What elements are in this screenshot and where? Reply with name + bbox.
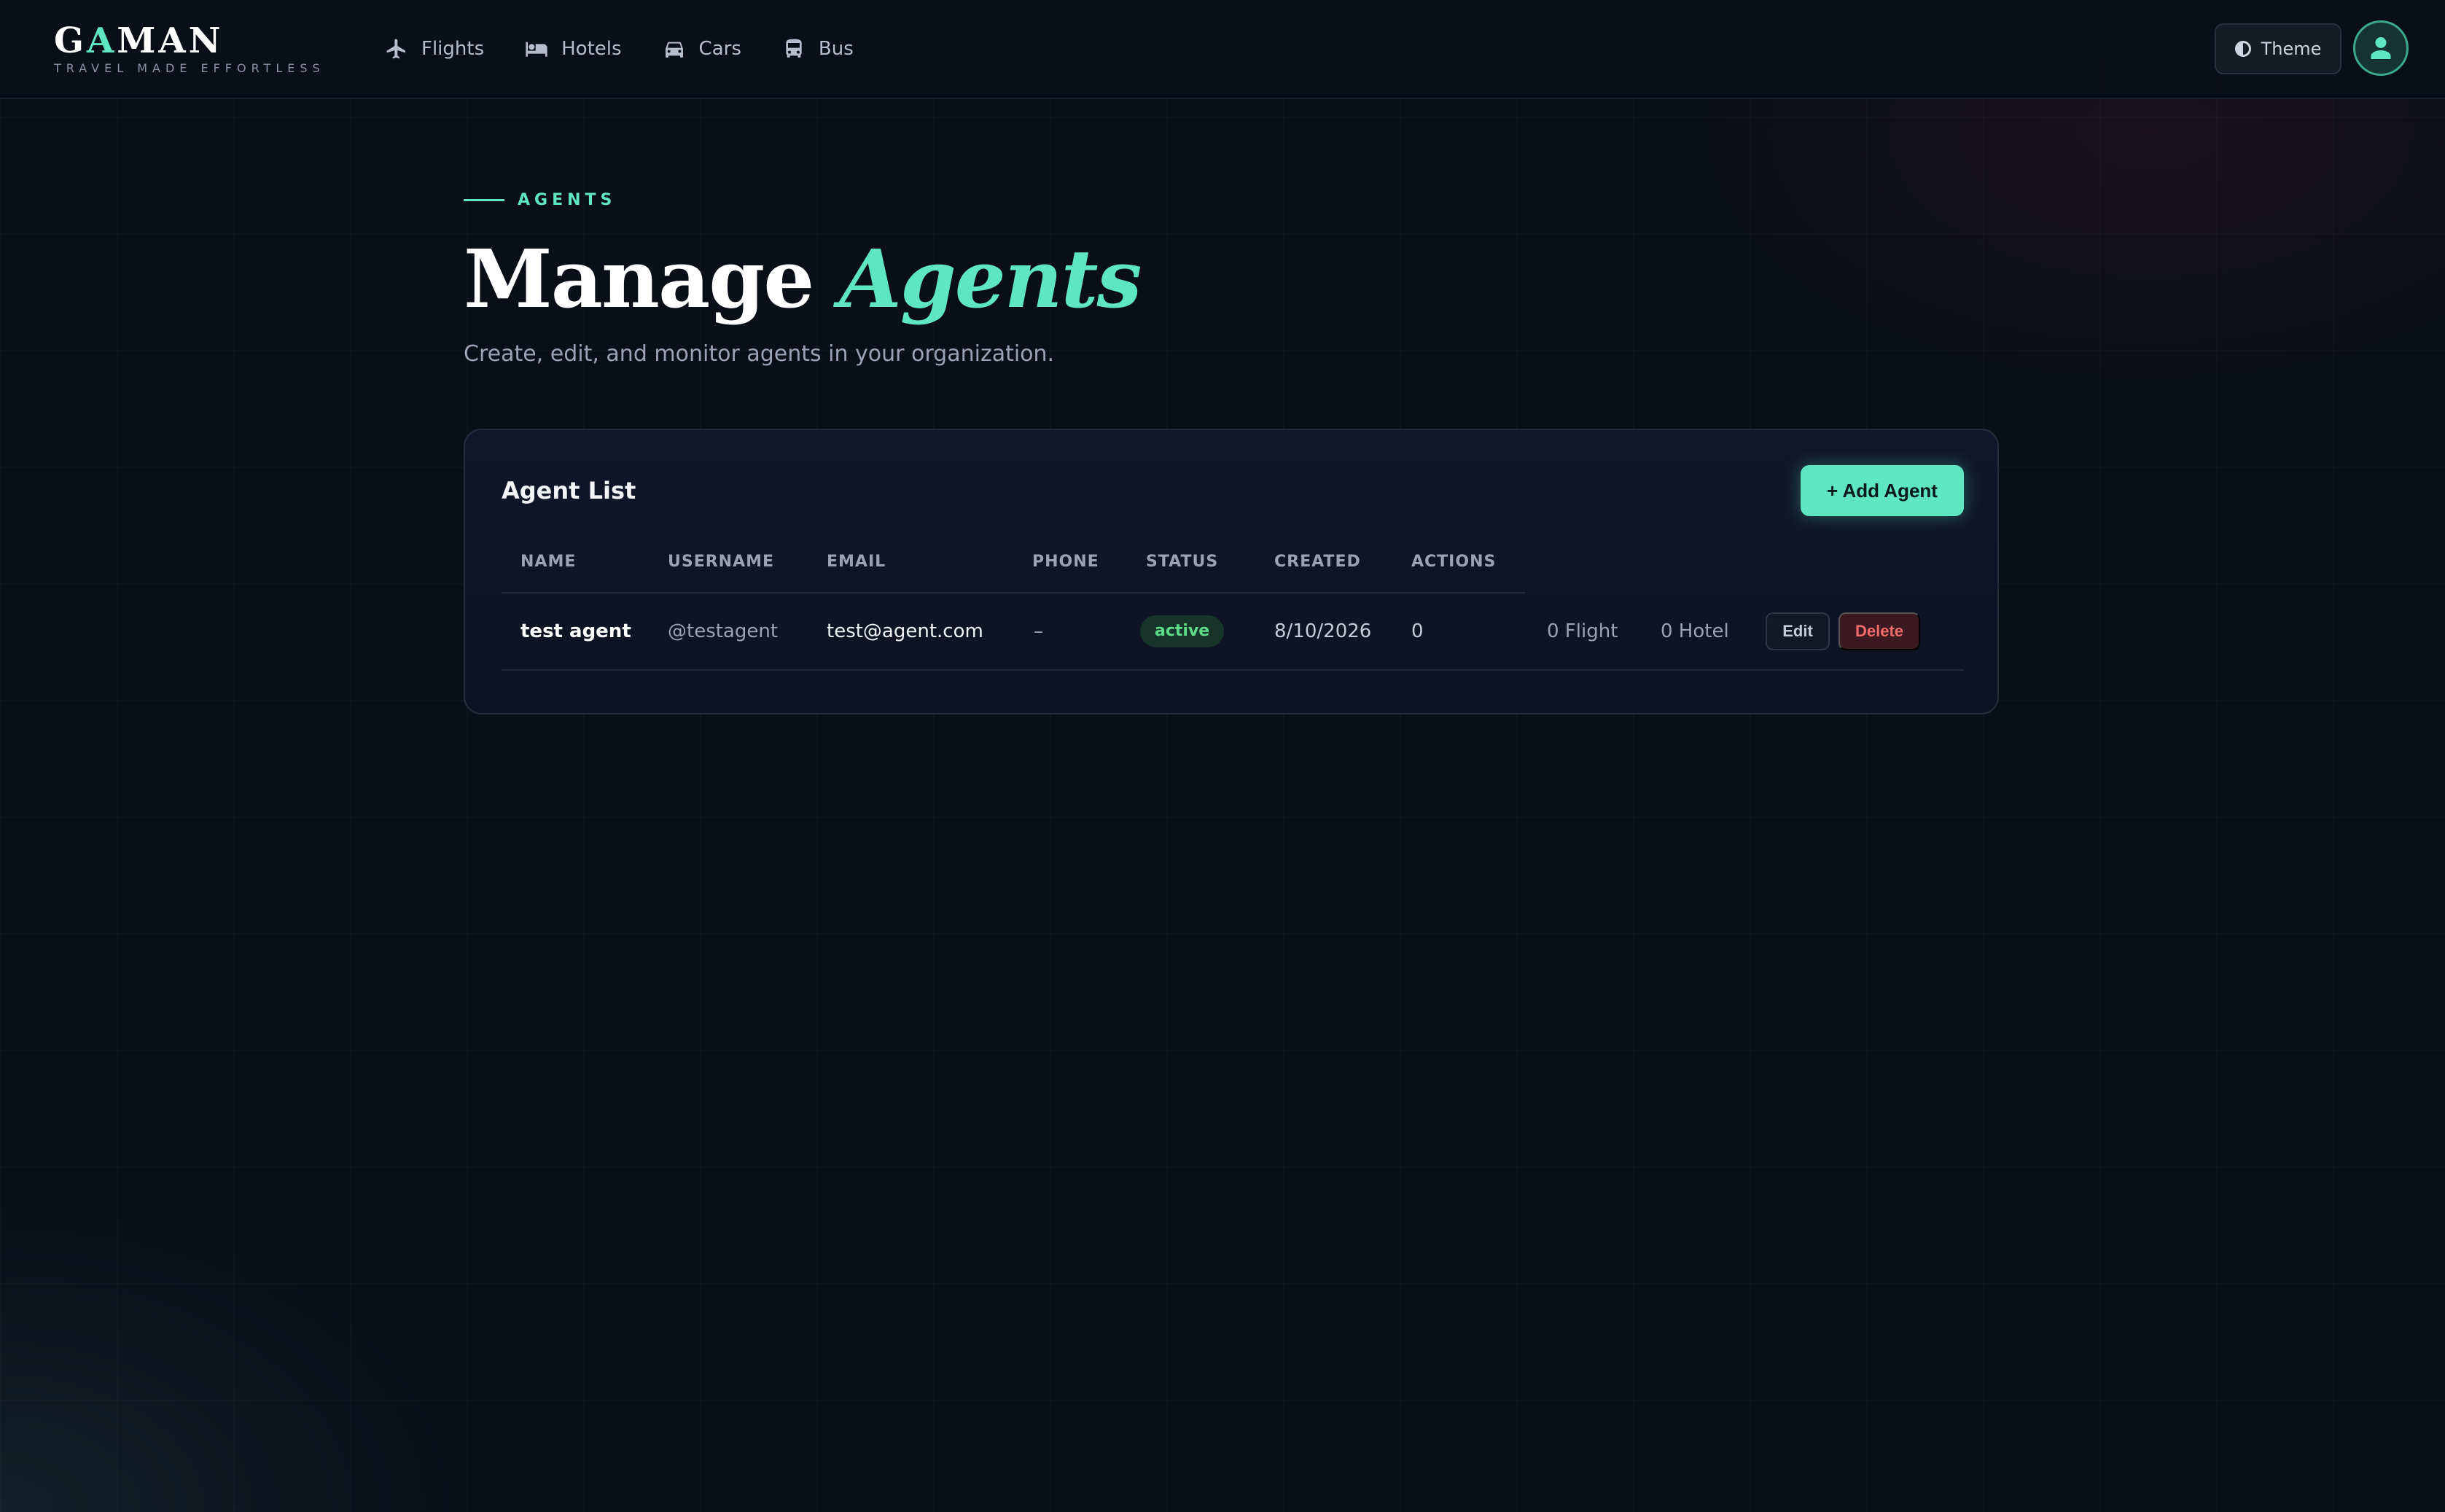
page-title: Manage Agents (464, 232, 1142, 326)
agent-actions-count: 0 (1411, 620, 1424, 642)
bus-icon (786, 39, 802, 58)
top-navbar: GAMAN TRAVEL MADE EFFORTLESS Flights Hot… (0, 0, 2445, 99)
car-icon (665, 42, 683, 58)
page-subtitle: Create, edit, and monitor agents in your… (464, 341, 1055, 367)
eyebrow-label: AGENTS (518, 191, 617, 209)
agent-name: test agent (520, 620, 631, 642)
nav-item-label: Bus (818, 38, 854, 60)
nav-item-flights[interactable]: Flights (385, 32, 484, 66)
table-row: test agent @testagent test@agent.com – a… (502, 595, 1964, 671)
nav-links: Flights Hotels Cars Bus (385, 32, 854, 66)
logo-text: GAMAN (54, 20, 224, 61)
agent-list-card: Agent List + Add Agent NAME USERNAME EMA… (464, 429, 1999, 714)
nav-item-bus[interactable]: Bus (782, 32, 854, 66)
agent-hotel-count: 0 Hotel (1661, 620, 1729, 642)
brand-logo[interactable]: GAMAN TRAVEL MADE EFFORTLESS (54, 20, 325, 75)
column-header-phone: PHONE (1032, 553, 1099, 571)
eyebrow-divider (464, 199, 504, 201)
nav-item-label: Hotels (561, 38, 622, 60)
column-header-status: STATUS (1146, 553, 1219, 571)
column-header-name: NAME (520, 553, 577, 571)
agent-flight-count: 0 Flight (1547, 620, 1618, 642)
user-icon (2371, 37, 2391, 59)
brand-tagline: TRAVEL MADE EFFORTLESS (54, 61, 325, 75)
column-header-created: CREATED (1274, 553, 1361, 571)
nav-item-label: Flights (421, 38, 485, 60)
theme-label: Theme (2261, 39, 2322, 59)
column-header-actions: ACTIONS (1411, 553, 1497, 571)
card-title: Agent List (502, 477, 636, 504)
column-header-email: EMAIL (827, 553, 886, 571)
delete-agent-button[interactable]: Delete (1838, 612, 1920, 650)
section-eyebrow: AGENTS (464, 191, 616, 209)
nav-item-hotels[interactable]: Hotels (525, 32, 622, 66)
agent-email: test@agent.com (827, 620, 983, 642)
status-badge: active (1140, 615, 1225, 647)
column-header-username: USERNAME (668, 553, 775, 571)
agent-username: @testagent (668, 620, 779, 642)
airplane-icon (386, 39, 405, 59)
add-agent-button[interactable]: + Add Agent (1801, 465, 1964, 516)
user-avatar-button[interactable] (2353, 20, 2409, 76)
bed-icon (526, 42, 547, 57)
edit-agent-button[interactable]: Edit (1766, 612, 1830, 650)
nav-item-cars[interactable]: Cars (663, 32, 741, 66)
contrast-icon (2234, 41, 2251, 57)
agent-phone: – (1034, 620, 1043, 642)
theme-toggle-button[interactable]: Theme (2215, 23, 2341, 74)
agent-created-date: 8/10/2026 (1274, 620, 1372, 642)
nav-item-label: Cars (698, 38, 741, 60)
table-header: NAME USERNAME EMAIL PHONE STATUS CREATED… (502, 545, 1525, 593)
